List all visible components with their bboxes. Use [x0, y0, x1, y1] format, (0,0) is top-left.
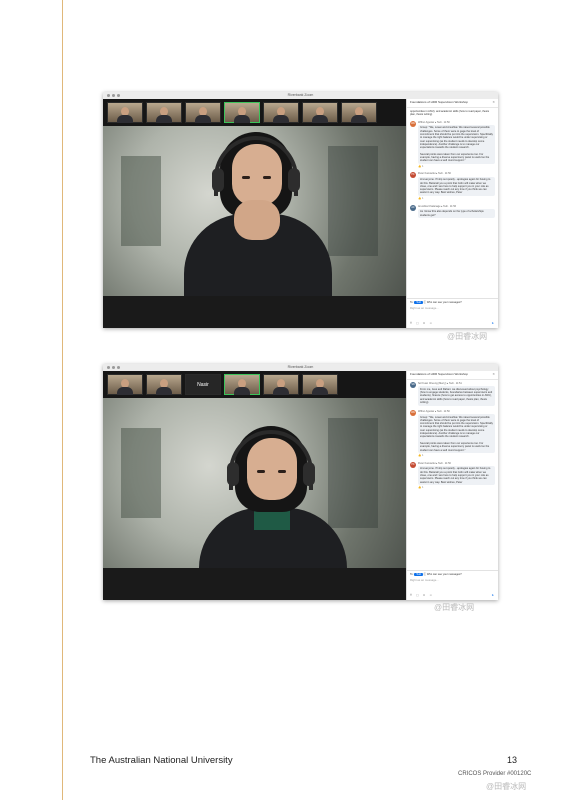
margin-rule — [62, 0, 63, 800]
compose-toolbar: 𝐓 ▢ ⊡ ☺ — [410, 593, 432, 597]
page-number: 13 — [507, 755, 518, 765]
speaker-video — [103, 398, 406, 568]
close-icon[interactable]: ✕ — [492, 100, 495, 104]
video-area: Nasir — [103, 371, 406, 600]
reaction-badge[interactable]: 👍 1 — [418, 197, 495, 200]
chat-title: Foundations of HDR Supervision Workshop — [410, 372, 468, 376]
chat-header: Foundations of HDR Supervision Workshop … — [407, 99, 498, 108]
speaker-person — [199, 426, 347, 568]
send-icon[interactable]: ➤ — [491, 321, 494, 325]
video-bottom-bar — [103, 296, 406, 328]
chat-message: PK Peter Kanowski ▸ Tedi · 11:50 Hi ever… — [407, 460, 498, 492]
speaker-video — [103, 126, 406, 296]
video-bottom-bar — [103, 568, 406, 600]
message-text: From me, Jess and Rahan: we discussed ab… — [418, 386, 495, 406]
chat-header: Foundations of HDR Supervision Workshop … — [407, 371, 498, 380]
participant-thumbnail — [146, 102, 182, 123]
reaction-badge[interactable]: 👍 1 — [418, 454, 495, 457]
speaker-person — [184, 132, 332, 296]
avatar: WA — [410, 120, 416, 127]
window-title: Riverbank Zoom — [287, 93, 314, 97]
participant-thumbnail-active — [224, 374, 260, 395]
video-area — [103, 99, 406, 328]
avatar: WA — [410, 409, 416, 416]
visibility-note[interactable]: Ⓘ Who can see your messages? — [424, 301, 462, 304]
chat-compose-area: To: Tedi Ⓘ Who can see your messages? Ri… — [407, 298, 498, 328]
message-text: opportunities in ANU), and academic skil… — [410, 110, 490, 117]
watermark: @田睿冰网 — [486, 782, 527, 791]
chat-message: WA Wilbur Agustar ▸ Tedi · 11:50 Group: … — [407, 119, 498, 171]
chat-panel: Foundations of HDR Supervision Workshop … — [406, 99, 498, 328]
clasped-hands — [234, 200, 280, 240]
emoji-icon[interactable]: ☺ — [429, 321, 432, 325]
chat-compose-area: To: Tedi Ⓘ Who can see your messages? Ri… — [407, 570, 498, 600]
cricos-provider: CRICOS Provider #00120C — [458, 771, 532, 777]
message-sender: Wilbur Agustar ▸ Tedi · 11:50 — [418, 120, 450, 124]
message-sender: Wilbur Agustar ▸ Tedi · 11:50 — [418, 409, 450, 413]
file-icon[interactable]: ▢ — [416, 593, 419, 597]
recipient-select[interactable]: Tedi — [414, 573, 423, 577]
message-sender: Peter Kanowski ▸ Tedi · 11:50 — [418, 461, 451, 465]
visibility-note[interactable]: Ⓘ Who can see your messages? — [424, 573, 462, 576]
reaction-badge[interactable]: 👍 1 — [418, 165, 495, 168]
send-icon[interactable]: ➤ — [491, 593, 494, 597]
message-text: Hi everyone. I'll slip out quietly - apo… — [418, 465, 495, 486]
message-sender: Peter Kanowski ▸ Tedi · 11:50 — [418, 172, 451, 176]
participant-thumbnail — [263, 374, 299, 395]
chat-message: AC Anushka Chalanage ▸ Tedi · 11:56 As I… — [407, 203, 498, 221]
participant-thumbnail — [146, 374, 182, 395]
watermark: @田睿冰网 — [447, 332, 488, 341]
message-input[interactable]: Right as an message... — [410, 578, 495, 582]
message-text: Group: "We, Luwei and Anushka: We raised… — [418, 414, 495, 454]
message-text: Group: "We, Luwei and Anushka: We raised… — [418, 124, 495, 165]
avatar: PK — [410, 172, 416, 179]
screenshot-icon[interactable]: ⊡ — [423, 593, 426, 597]
close-icon[interactable]: ✕ — [492, 372, 495, 376]
chat-panel: Foundations of HDR Supervision Workshop … — [406, 371, 498, 600]
chat-message: SN Sol Kuan Cheung (Merry) ▸ Tedi · 11:5… — [407, 380, 498, 408]
participant-name: Nasir — [197, 382, 209, 388]
message-text: Hi everyone. I'll slip out quietly - apo… — [418, 176, 495, 197]
recipient-select[interactable]: Tedi — [414, 301, 423, 305]
participant-thumbnail — [341, 102, 377, 123]
university-name: The Australian National University — [90, 755, 233, 766]
chat-message: WA Wilbur Agustar ▸ Tedi · 11:50 Group: … — [407, 408, 498, 460]
participant-thumbnail-active — [224, 102, 260, 123]
message-sender: Sol Kuan Cheung (Merry) ▸ Tedi · 11:51 — [418, 382, 462, 385]
avatar: SN — [410, 382, 416, 388]
chat-message: PK Peter Kanowski ▸ Tedi · 11:50 Hi ever… — [407, 170, 498, 202]
emoji-icon[interactable]: ☺ — [429, 593, 432, 597]
participant-thumbnail-name-only: Nasir — [185, 374, 221, 395]
reaction-badge[interactable]: 👍 1 — [418, 486, 495, 489]
avatar: PK — [410, 461, 416, 468]
format-icon[interactable]: 𝐓 — [410, 321, 412, 325]
file-icon[interactable]: ▢ — [416, 321, 419, 325]
message-input[interactable]: Right as an message... — [410, 306, 495, 310]
avatar: AC — [410, 204, 416, 211]
chat-title: Foundations of HDR Supervision Workshop — [410, 100, 468, 104]
format-icon[interactable]: 𝐓 — [410, 593, 412, 597]
participant-strip — [103, 99, 406, 126]
participant-thumbnail — [107, 374, 143, 395]
participant-thumbnail — [302, 374, 338, 395]
window-title: Riverbank Zoom — [287, 365, 314, 369]
participant-strip: Nasir — [103, 371, 406, 398]
participant-thumbnail — [302, 102, 338, 123]
watermark: @田睿冰网 — [434, 603, 475, 612]
chat-message: opportunities in ANU), and academic skil… — [407, 108, 498, 119]
screenshot-icon[interactable]: ⊡ — [423, 321, 426, 325]
compose-toolbar: 𝐓 ▢ ⊡ ☺ — [410, 321, 432, 325]
participant-thumbnail — [263, 102, 299, 123]
message-sender: Anushka Chalanage ▸ Tedi · 11:56 — [418, 204, 456, 208]
message-text: As I know this also depends on the type … — [418, 208, 495, 219]
zoom-screenshot-1: Riverbank Zoom Foundations of HDR Superv… — [103, 92, 498, 328]
participant-thumbnail — [185, 102, 221, 123]
zoom-screenshot-2: Riverbank Zoom Nasir Foundations of HDR … — [103, 364, 498, 600]
participant-thumbnail — [107, 102, 143, 123]
